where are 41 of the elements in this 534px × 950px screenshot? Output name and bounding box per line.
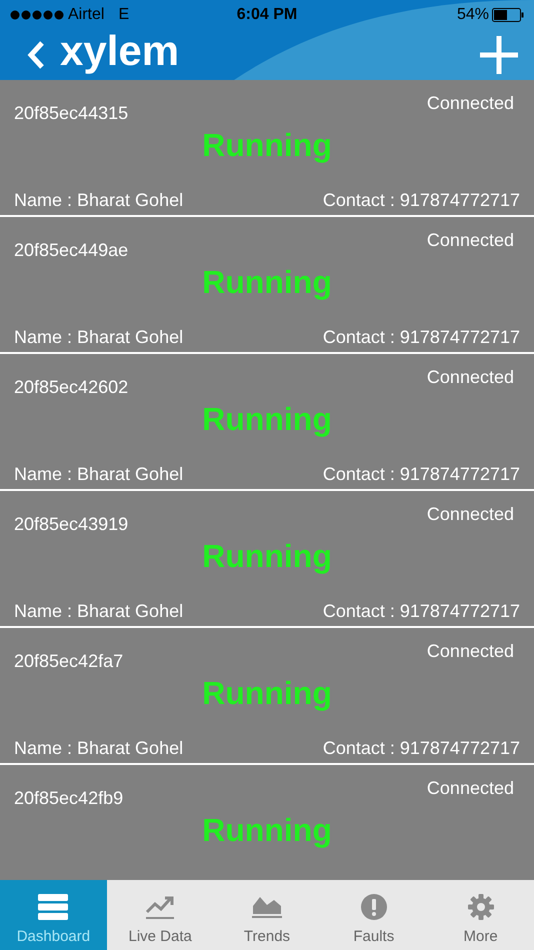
network-type: E: [118, 5, 130, 25]
connection-status: Connected: [426, 503, 515, 526]
exclamation-icon: [360, 894, 387, 920]
battery-icon: [492, 8, 524, 22]
signal-dots-icon: [10, 10, 64, 20]
running-status: Running: [202, 677, 332, 709]
running-status: Running: [202, 540, 332, 572]
owner-name: Name : Bharat Gohel: [14, 600, 184, 623]
owner-name: Name : Bharat Gohel: [14, 189, 184, 212]
device-id: 20f85ec42602: [14, 376, 128, 399]
contact-number: Contact : 917874772717: [322, 600, 520, 623]
running-status: Running: [202, 403, 332, 435]
contact-number: Contact : 917874772717: [322, 737, 520, 760]
connection-status: Connected: [426, 229, 515, 252]
contact-number: Contact : 917874772717: [322, 326, 520, 349]
tab-bar-item[interactable]: Dashboard: [0, 880, 107, 950]
device-id: 20f85ec42fa7: [14, 650, 124, 673]
carrier-name: Airtel: [68, 5, 104, 25]
connection-status: Connected: [426, 640, 515, 663]
connection-status: Connected: [426, 92, 515, 115]
running-status: Running: [202, 814, 332, 846]
owner-name: Name : Bharat Gohel: [14, 463, 184, 486]
device-id: 20f85ec42fb9: [14, 787, 124, 810]
battery-percent: 54%: [456, 5, 489, 25]
back-chevron-icon[interactable]: [26, 40, 46, 70]
owner-name: Name : Bharat Gohel: [14, 737, 184, 760]
running-status: Running: [202, 129, 332, 161]
device-id: 20f85ec43919: [14, 513, 128, 536]
trend-line-icon: [145, 894, 176, 920]
connection-status: Connected: [426, 777, 515, 800]
server-stack-icon: [38, 894, 68, 920]
app-logo: xylem: [60, 30, 180, 72]
owner-name: Name : Bharat Gohel: [14, 326, 184, 349]
add-icon[interactable]: [480, 36, 518, 74]
device-id: 20f85ec449ae: [14, 239, 128, 262]
status-time: 6:04 PM: [236, 5, 298, 25]
running-status: Running: [202, 266, 332, 298]
connection-status: Connected: [426, 366, 515, 389]
contact-number: Contact : 917874772717: [322, 463, 520, 486]
contact-number: Contact : 917874772717: [322, 189, 520, 212]
device-id: 20f85ec44315: [14, 102, 128, 125]
